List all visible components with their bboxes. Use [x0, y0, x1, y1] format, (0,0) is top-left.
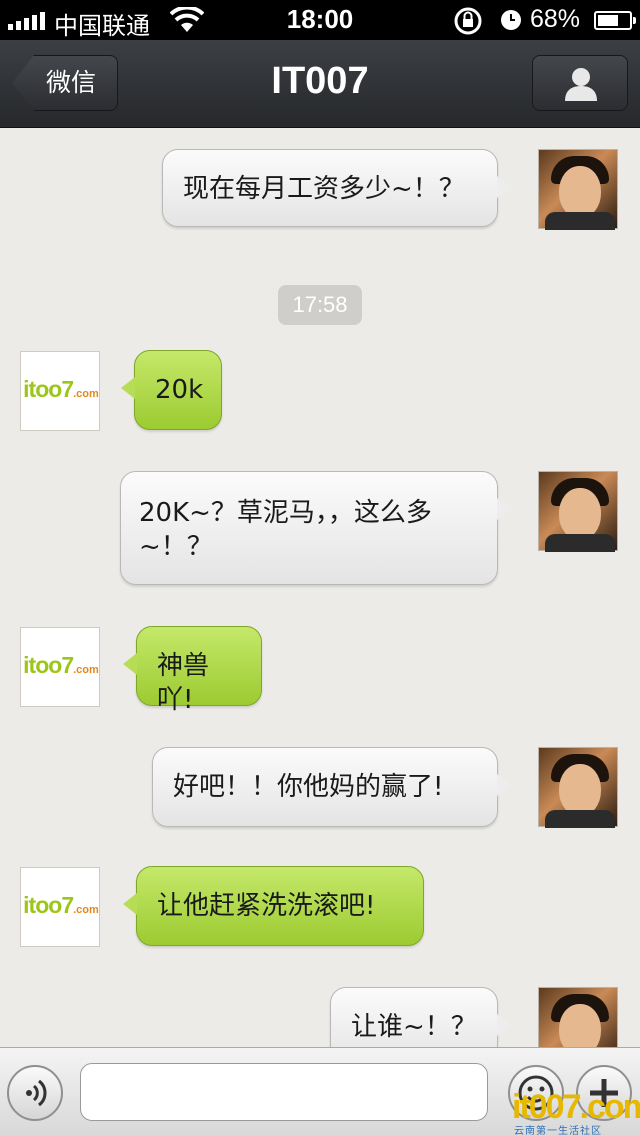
- message-text-field[interactable]: [80, 1063, 488, 1121]
- message-text: 让谁~！？: [351, 1012, 477, 1042]
- message-bubble-received[interactable]: 20k: [121, 350, 222, 430]
- message-bubble-sent[interactable]: 好吧！！你他妈的赢了!: [152, 747, 511, 827]
- message-text: 好吧！！你他妈的赢了!: [173, 772, 444, 802]
- avatar-logo-text: itoo7: [23, 376, 74, 402]
- contact-profile-button[interactable]: [532, 55, 628, 111]
- my-avatar[interactable]: [538, 987, 618, 1047]
- message-text: 20K~？草泥马，，这么多~！？: [139, 498, 432, 562]
- alarm-icon: [501, 10, 521, 30]
- my-avatar[interactable]: [538, 149, 618, 230]
- message-text: 神兽吖!: [157, 651, 210, 715]
- contact-avatar[interactable]: itoo7.com: [20, 627, 100, 707]
- message-list[interactable]: 现在每月工资多少~！？ 17:58 itoo7.com 20k 20K~？草泥马…: [0, 129, 640, 1047]
- my-avatar[interactable]: [538, 747, 618, 828]
- watermark-tagline: 云南第一生活社区: [514, 1126, 602, 1136]
- message-bubble-received[interactable]: 让他赶紧洗洗滚吧!: [123, 866, 424, 946]
- message-bubble-received[interactable]: 神兽吖!: [123, 626, 262, 715]
- battery-percent: 68%: [530, 5, 581, 33]
- voice-icon: [26, 1079, 47, 1107]
- person-icon: [565, 68, 597, 101]
- navigation-bar: 微信 IT007: [0, 40, 640, 128]
- timestamp: 17:58: [278, 285, 362, 325]
- message-text: 让他赶紧洗洗滚吧!: [157, 891, 376, 921]
- battery-icon: [594, 11, 636, 30]
- voice-input-button[interactable]: [7, 1065, 63, 1121]
- contact-avatar[interactable]: itoo7.com: [20, 867, 100, 947]
- message-bubble-sent[interactable]: 现在每月工资多少~！？: [162, 149, 511, 227]
- my-avatar[interactable]: [538, 471, 618, 552]
- rotation-lock-icon: [454, 7, 482, 35]
- message-text: 现在每月工资多少~！？: [183, 174, 465, 204]
- message-text: 20k: [155, 375, 204, 405]
- message-bubble-sent[interactable]: 20K~？草泥马，，这么多~！？: [120, 471, 511, 585]
- status-bar: 中国联通 18:00 68%: [0, 0, 640, 40]
- contact-avatar[interactable]: itoo7.com: [20, 351, 100, 431]
- message-bubble-sent[interactable]: 让谁~！？: [330, 987, 511, 1047]
- site-watermark: it007.com 云南第一生活社区: [510, 1088, 640, 1136]
